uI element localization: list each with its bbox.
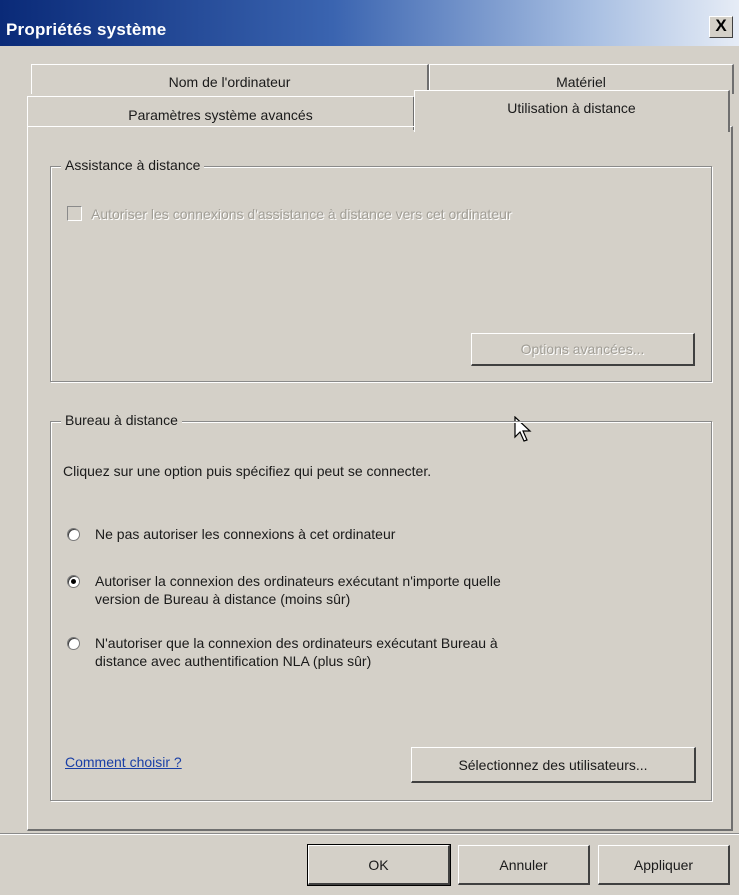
close-button[interactable]: X <box>709 16 733 38</box>
allow-assistance-checkbox[interactable] <box>67 206 82 221</box>
remote-desktop-legend: Bureau à distance <box>61 412 182 428</box>
tab-panel-remote: Assistance à distance Autoriser les conn… <box>27 126 733 831</box>
button-label: OK <box>368 857 389 873</box>
radio-selected-dot <box>71 579 76 584</box>
ok-button[interactable]: OK <box>307 844 451 886</box>
button-label: Annuler <box>499 857 548 873</box>
footer-divider <box>0 833 739 835</box>
tab-parametres-avances[interactable]: Paramètres système avancés <box>27 96 415 130</box>
remote-desktop-group: Bureau à distance Cliquez sur une option… <box>50 412 712 801</box>
button-label: Options avancées... <box>520 341 645 357</box>
tab-utilisation-distance[interactable]: Utilisation à distance <box>414 90 730 132</box>
allow-assistance-label: Autoriser les connexions d'assistance à … <box>91 206 512 222</box>
advanced-options-button[interactable]: Options avancées... <box>471 333 695 366</box>
window-title: Propriétés système <box>6 20 167 39</box>
close-icon: X <box>715 16 727 35</box>
tab-label: Utilisation à distance <box>507 100 636 116</box>
button-label: Appliquer <box>633 857 694 873</box>
radio-allow-any-version[interactable] <box>67 575 80 588</box>
radio-allow-nla-only[interactable] <box>67 637 80 650</box>
remote-assistance-legend: Assistance à distance <box>61 157 205 173</box>
radio-deny-connections[interactable] <box>67 528 80 541</box>
remote-assistance-group: Assistance à distance Autoriser les conn… <box>50 157 712 382</box>
tab-label: Matériel <box>556 74 606 90</box>
button-label: Sélectionnez des utilisateurs... <box>458 757 648 773</box>
instruction-text: Cliquez sur une option puis spécifiez qu… <box>63 463 432 479</box>
tab-label: Nom de l'ordinateur <box>168 74 291 90</box>
radio-nla-label-line1: N'autoriser que la connexion des ordinat… <box>95 635 498 651</box>
radio-nla-label-line2: distance avec authentification NLA (plus… <box>95 653 372 669</box>
tab-nom-ordinateur[interactable]: Nom de l'ordinateur <box>31 64 429 94</box>
tab-label: Paramètres système avancés <box>128 107 313 123</box>
apply-button[interactable]: Appliquer <box>598 845 730 885</box>
how-to-choose-link[interactable]: Comment choisir ? <box>65 754 182 770</box>
cancel-button[interactable]: Annuler <box>458 845 590 885</box>
radio-deny-label: Ne pas autoriser les connexions à cet or… <box>95 526 396 542</box>
select-users-button[interactable]: Sélectionnez des utilisateurs... <box>411 747 696 783</box>
radio-allow-any-label-line2: version de Bureau à distance (moins sûr) <box>95 591 351 607</box>
title-bar: Propriétés système X <box>0 0 739 46</box>
radio-allow-any-label-line1: Autoriser la connexion des ordinateurs e… <box>95 573 501 589</box>
